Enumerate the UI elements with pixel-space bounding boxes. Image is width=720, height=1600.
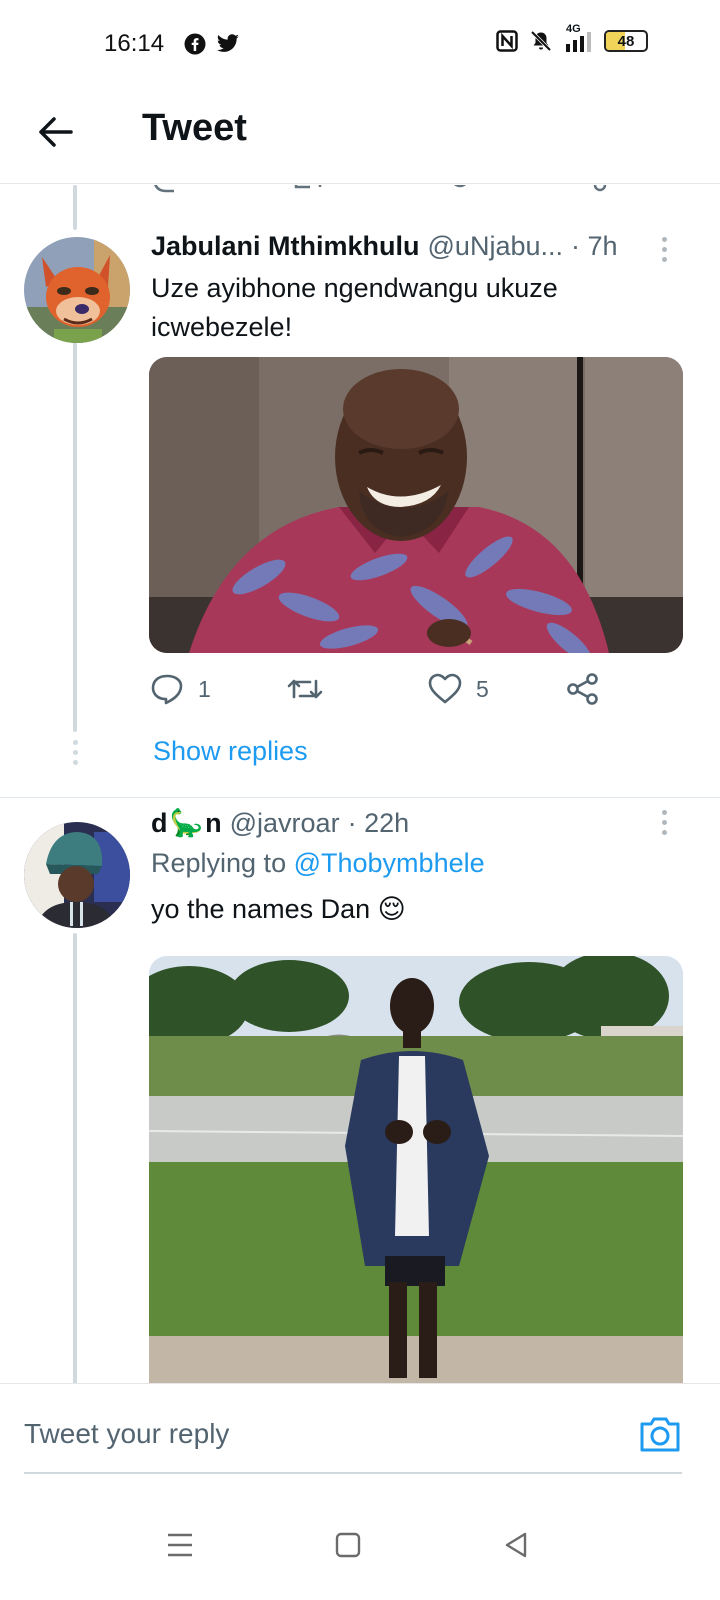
display-name-part: d bbox=[151, 808, 168, 838]
signal-icon: 4G bbox=[564, 23, 592, 52]
home-button[interactable] bbox=[328, 1525, 368, 1565]
retweet-button[interactable] bbox=[286, 673, 338, 705]
timestamp[interactable]: · 22h bbox=[348, 806, 410, 841]
username[interactable]: @javroar bbox=[230, 806, 340, 841]
top-app-bar: Tweet bbox=[0, 92, 720, 184]
input-underline bbox=[24, 1472, 682, 1474]
notification-icons bbox=[184, 33, 240, 55]
more-options-button[interactable] bbox=[652, 233, 676, 265]
twitter-icon bbox=[216, 34, 239, 52]
replying-label: Replying to bbox=[151, 848, 287, 878]
nfc-icon bbox=[496, 30, 518, 52]
camera-button[interactable] bbox=[638, 1414, 682, 1454]
like-button[interactable]: 5 bbox=[428, 673, 489, 705]
reply-count: 1 bbox=[198, 675, 211, 702]
photo-laughing-man-patterned-shirt bbox=[149, 357, 683, 653]
camera-icon bbox=[640, 1417, 680, 1452]
back-button[interactable] bbox=[30, 106, 82, 158]
tweet-media[interactable] bbox=[149, 357, 683, 653]
facebook-icon bbox=[184, 33, 206, 55]
timestamp[interactable]: · 7h bbox=[571, 229, 618, 264]
reply-icon bbox=[151, 674, 183, 705]
display-name-part: n bbox=[205, 808, 222, 838]
reply-composer bbox=[0, 1383, 720, 1483]
battery-indicator: 48 bbox=[604, 30, 648, 52]
tweet-thread[interactable]: Jabulani Mthimkhulu @uNjabu... · 7h Uze … bbox=[0, 185, 720, 1411]
tweet-text: Uze ayibhone ngendwangu ukuze icwebezele… bbox=[151, 273, 558, 343]
reply-button[interactable]: 1 bbox=[150, 673, 211, 705]
dinosaur-emoji: 🦕 bbox=[169, 808, 204, 838]
heart-icon bbox=[428, 673, 462, 704]
menu-icon bbox=[168, 1533, 192, 1557]
avatar[interactable] bbox=[24, 237, 130, 343]
battery-level: 48 bbox=[617, 32, 635, 50]
back-triangle-icon bbox=[505, 1532, 527, 1558]
replying-handle-link[interactable]: @Thobymbhele bbox=[294, 848, 485, 878]
photo-young-man-navy-blazer-grass bbox=[149, 956, 683, 1411]
bell-muted-icon bbox=[530, 30, 552, 52]
tweet-actions: 1 5 bbox=[150, 673, 610, 713]
tweet-header: Jabulani Mthimkhulu @uNjabu... · 7h bbox=[151, 229, 660, 264]
page-title: Tweet bbox=[142, 107, 247, 149]
like-count: 5 bbox=[476, 675, 489, 702]
tweet-text: yo the names Dan 😌 bbox=[151, 894, 406, 924]
reply-input[interactable] bbox=[24, 1404, 564, 1464]
status-bar: 16:14 4G 48 bbox=[0, 0, 720, 92]
tweet-item[interactable]: d🦕n @javroar · 22h Replying to @Thobymbh… bbox=[0, 798, 720, 1411]
replying-to: Replying to @Thobymbhele bbox=[151, 848, 485, 879]
display-name[interactable]: Jabulani Mthimkhulu bbox=[151, 229, 420, 264]
tweet-media[interactable] bbox=[149, 956, 683, 1411]
retweet-icon bbox=[287, 679, 323, 699]
tweet-item[interactable]: Jabulani Mthimkhulu @uNjabu... · 7h Uze … bbox=[0, 185, 720, 797]
arrow-left-icon bbox=[39, 117, 73, 147]
person-blue-hat-avatar bbox=[24, 822, 130, 928]
thread-continuation-dots bbox=[73, 740, 78, 765]
home-square-icon bbox=[335, 1532, 361, 1558]
system-back-button[interactable] bbox=[496, 1525, 536, 1565]
more-icon bbox=[661, 236, 667, 242]
share-button[interactable] bbox=[566, 673, 600, 705]
more-options-button[interactable] bbox=[652, 806, 676, 838]
avatar[interactable] bbox=[24, 822, 130, 928]
share-icon bbox=[567, 673, 598, 705]
fox-cartoon-avatar bbox=[24, 237, 130, 343]
status-time: 16:14 bbox=[104, 30, 165, 57]
more-icon bbox=[661, 809, 667, 815]
show-replies-link[interactable]: Show replies bbox=[153, 736, 308, 767]
recents-button[interactable] bbox=[160, 1525, 200, 1565]
username[interactable]: @uNjabu... bbox=[428, 229, 563, 264]
tweet-header: d🦕n @javroar · 22h bbox=[151, 806, 660, 841]
display-name[interactable]: d🦕n bbox=[151, 806, 222, 841]
system-icons: 4G 48 bbox=[496, 23, 648, 52]
system-navigation-bar bbox=[0, 1483, 720, 1600]
